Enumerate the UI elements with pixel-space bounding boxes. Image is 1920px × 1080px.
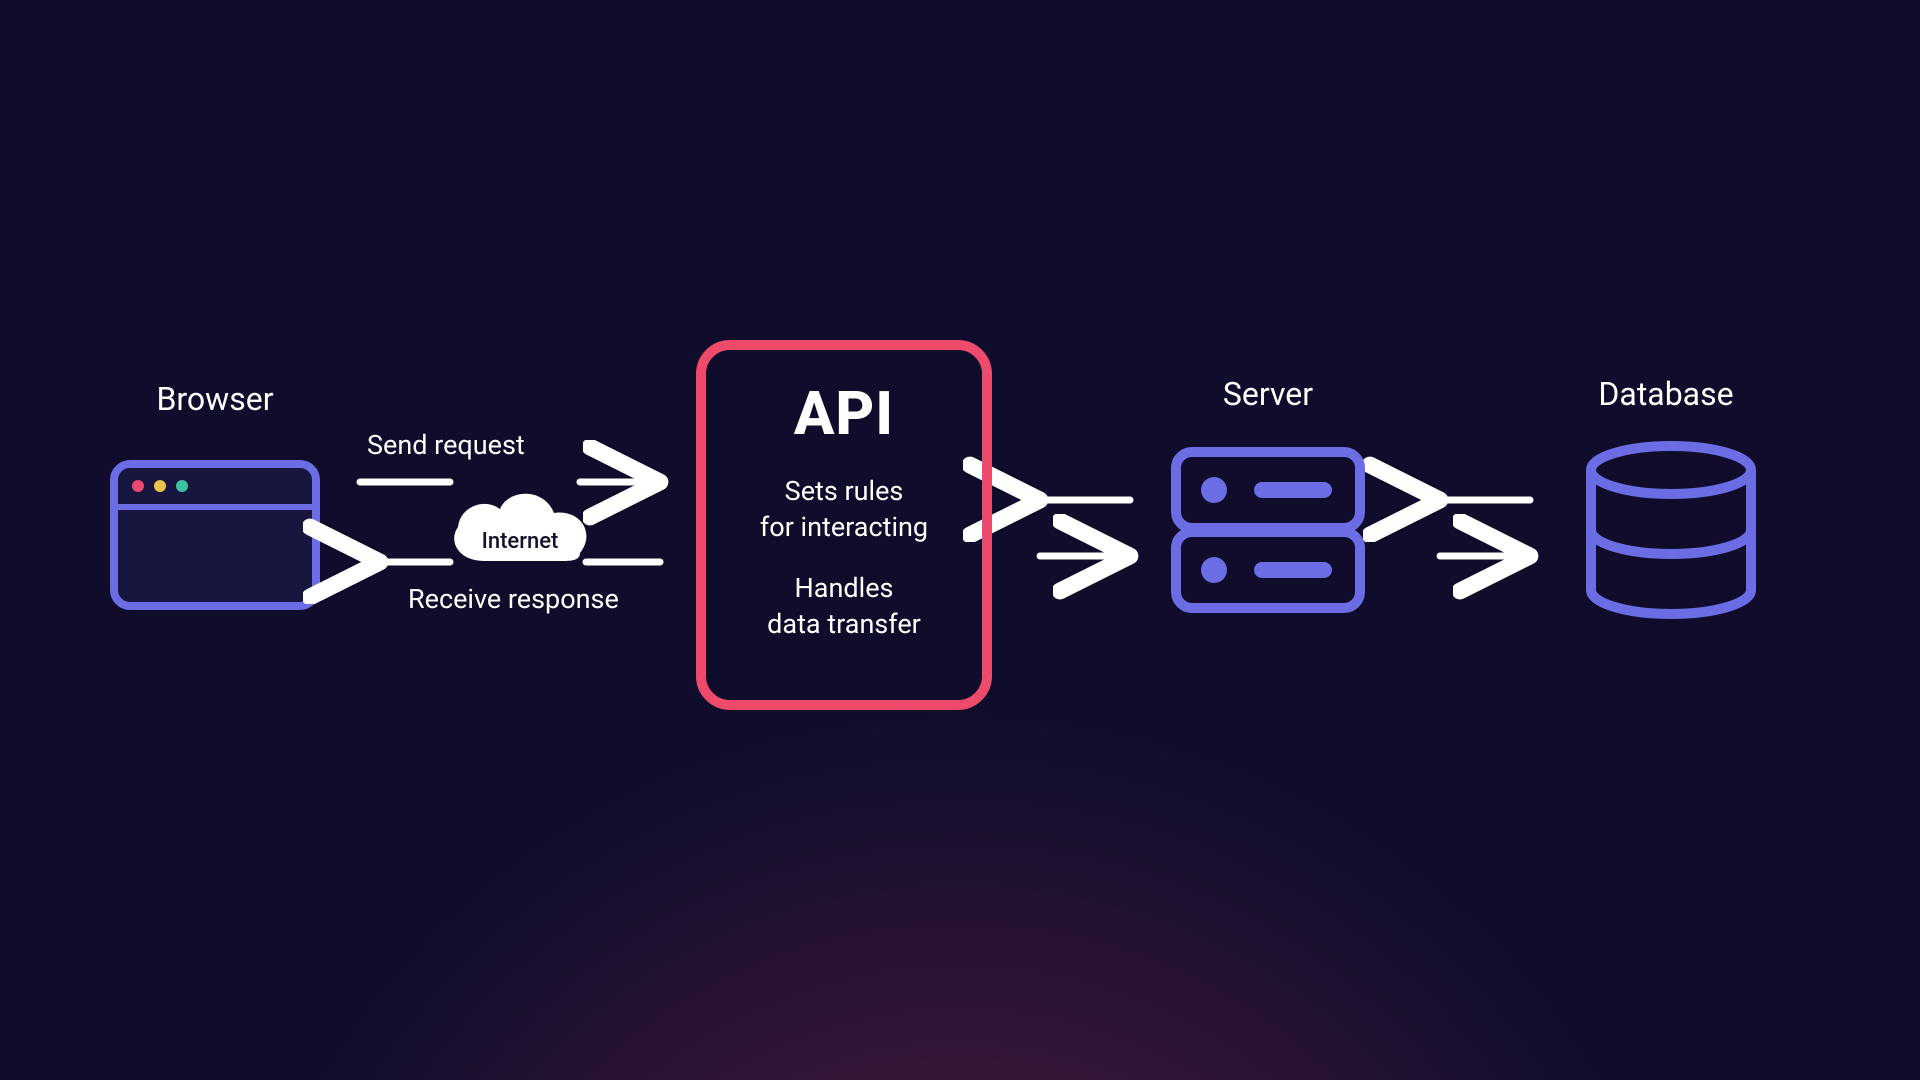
api-text-handles2: data transfer (767, 608, 921, 640)
api-text-rules1: Sets rules (785, 475, 904, 507)
server-icon (1168, 442, 1368, 622)
api-text-handles1: Handles (795, 572, 894, 604)
database-label: Database (1556, 375, 1776, 413)
api-line-2: Handles data transfer (706, 570, 982, 643)
database-icon (1576, 440, 1766, 630)
api-box: API Sets rules for interacting Handles d… (696, 340, 992, 710)
api-line-1: Sets rules for interacting (706, 473, 982, 546)
api-title: API (706, 378, 982, 449)
api-text-rules2: for interacting (760, 511, 928, 543)
diagram-stage: Browser Send request Receive response In… (0, 0, 1920, 1080)
server-label: Server (1168, 375, 1368, 413)
